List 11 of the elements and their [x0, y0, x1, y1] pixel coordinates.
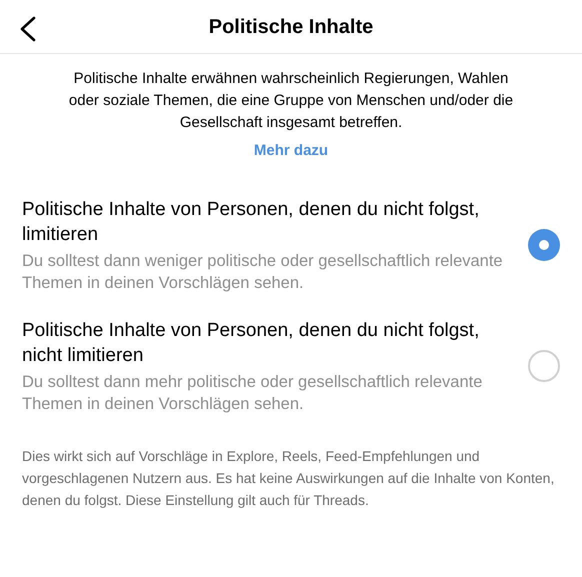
- learn-more-link[interactable]: Mehr dazu: [254, 140, 328, 162]
- radio-button[interactable]: [528, 350, 560, 382]
- footer-note: Dies wirkt sich auf Vorschläge in Explore, Reels, Feed-Empfehlungen und vorgeschlagenen Nutzern aus. Es hat keine Auswirkungen auf die Inhalte von Konten, denen du folgst. Diese Einstellung gilt auch für Threads.: [21, 446, 556, 510]
- option-title: Politische Inhalte von Personen, denen du nicht folgst, limitieren: [22, 198, 480, 246]
- option-description: Du solltest dann mehr politische oder gesellschaftlich relevante Themen in deinen Vorschlägen sehen.: [22, 372, 484, 414]
- radio-button[interactable]: [528, 229, 560, 261]
- back-icon: [18, 16, 38, 42]
- option-title: Politische Inhalte von Personen, denen du nicht folgst, nicht limitieren: [22, 318, 480, 368]
- intro-text: Politische Inhalte erwähnen wahrscheinlich Regierungen, Wahlen oder soziale Themen, die eine Gruppe von Menschen und/oder die Gesellschaft insgesamt betreffen.: [68, 69, 514, 133]
- option-description: Du solltest dann weniger politische oder gesellschaftlich relevante Themen in deinen Vorschlägen sehen.: [22, 250, 504, 294]
- page-title: Politische Inhalte: [208, 14, 374, 40]
